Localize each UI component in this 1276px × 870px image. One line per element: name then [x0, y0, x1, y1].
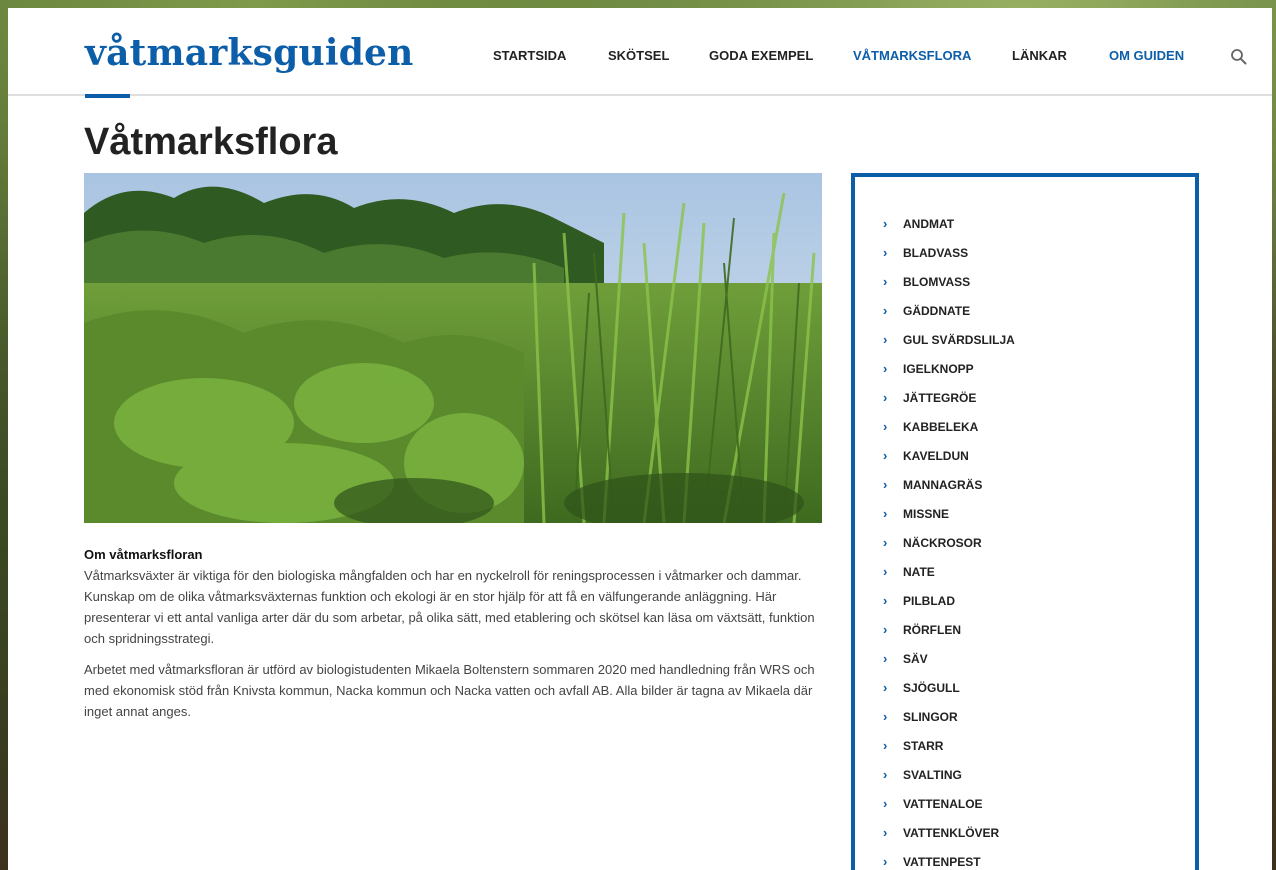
page-title: Våtmarksflora [84, 121, 338, 163]
species-item-sjogull[interactable]: › SJÖGULL [883, 681, 1015, 710]
species-sidebar: › ANDMAT › BLADVASS › BLOMVASS › GÄDDNATE › G… [851, 173, 1199, 870]
species-list: › ANDMAT › BLADVASS › BLOMVASS › GÄDDNATE › G… [883, 217, 1015, 870]
chevron-right-icon: › [883, 419, 888, 434]
species-item-gul-svardslilja[interactable]: › GUL SVÄRDSLILJA [883, 333, 1015, 362]
species-item-vattenpest[interactable]: › VATTENPEST [883, 855, 1015, 870]
chevron-right-icon: › [883, 854, 888, 869]
species-item-pilblad[interactable]: › PILBLAD [883, 594, 1015, 623]
species-item-gaddnate[interactable]: › GÄDDNATE [883, 304, 1015, 333]
chevron-right-icon: › [883, 796, 888, 811]
species-item-nackrosor[interactable]: › NÄCKROSOR [883, 536, 1015, 565]
chevron-right-icon: › [883, 332, 888, 347]
chevron-right-icon: › [883, 593, 888, 608]
intro-paragraph-1: Våtmarksväxter är viktiga för den biolog… [84, 568, 815, 646]
nav-vatmarksflora[interactable]: VÅTMARKSFLORA [853, 48, 971, 63]
species-item-andmat[interactable]: › ANDMAT [883, 217, 1015, 246]
species-item-bladvass[interactable]: › BLADVASS [883, 246, 1015, 275]
site-logo[interactable]: våtmarksguiden [85, 32, 414, 74]
intro-paragraph-2: Arbetet med våtmarksfloran är utförd av … [84, 662, 815, 719]
chevron-right-icon: › [883, 825, 888, 840]
species-item-igelknopp[interactable]: › IGELKNOPP [883, 362, 1015, 391]
species-item-sav[interactable]: › SÄV [883, 652, 1015, 681]
species-item-vattenaloe[interactable]: › VATTENALOE [883, 797, 1015, 826]
species-item-mannagras[interactable]: › MANNAGRÄS [883, 478, 1015, 507]
chevron-right-icon: › [883, 390, 888, 405]
species-item-kaveldun[interactable]: › KAVELDUN [883, 449, 1015, 478]
chevron-right-icon: › [883, 506, 888, 521]
species-item-jattegroe[interactable]: › JÄTTEGRÖE [883, 391, 1015, 420]
page: våtmarksguiden STARTSIDA SKÖTSEL GODA EX… [8, 8, 1272, 870]
intro-section: Om våtmarksfloran Våtmarksväxter är vikt… [84, 544, 824, 732]
chevron-right-icon: › [883, 651, 888, 666]
species-item-kabbeleka[interactable]: › KABBELEKA [883, 420, 1015, 449]
chevron-right-icon: › [883, 738, 888, 753]
species-item-blomvass[interactable]: › BLOMVASS [883, 275, 1015, 304]
search-icon[interactable] [1230, 48, 1248, 66]
nav-om-guiden[interactable]: OM GUIDEN [1109, 48, 1184, 63]
site-header: våtmarksguiden STARTSIDA SKÖTSEL GODA EX… [8, 8, 1272, 98]
species-item-starr[interactable]: › STARR [883, 739, 1015, 768]
chevron-right-icon: › [883, 361, 888, 376]
chevron-right-icon: › [883, 274, 888, 289]
species-item-vattenklover[interactable]: › VATTENKLÖVER [883, 826, 1015, 855]
chevron-right-icon: › [883, 448, 888, 463]
chevron-right-icon: › [883, 767, 888, 782]
nav-lankar[interactable]: LÄNKAR [1012, 48, 1067, 63]
nav-skotsel[interactable]: SKÖTSEL [608, 48, 669, 63]
chevron-right-icon: › [883, 477, 888, 492]
species-item-svalting[interactable]: › SVALTING [883, 768, 1015, 797]
intro-heading: Om våtmarksfloran [84, 547, 203, 562]
chevron-right-icon: › [883, 709, 888, 724]
species-item-slingor[interactable]: › SLINGOR [883, 710, 1015, 739]
chevron-right-icon: › [883, 303, 888, 318]
nav-startsida[interactable]: STARTSIDA [493, 48, 566, 63]
hero-wetland-photo [84, 173, 822, 523]
chevron-right-icon: › [883, 245, 888, 260]
chevron-right-icon: › [883, 622, 888, 637]
chevron-right-icon: › [883, 535, 888, 550]
species-item-missne[interactable]: › MISSNE [883, 507, 1015, 536]
species-item-nate[interactable]: › NATE [883, 565, 1015, 594]
chevron-right-icon: › [883, 564, 888, 579]
species-item-rorflen[interactable]: › RÖRFLEN [883, 623, 1015, 652]
chevron-right-icon: › [883, 216, 888, 231]
chevron-right-icon: › [883, 680, 888, 695]
nav-goda-exempel[interactable]: GODA EXEMPEL [709, 48, 813, 63]
logo-underline [85, 94, 130, 98]
